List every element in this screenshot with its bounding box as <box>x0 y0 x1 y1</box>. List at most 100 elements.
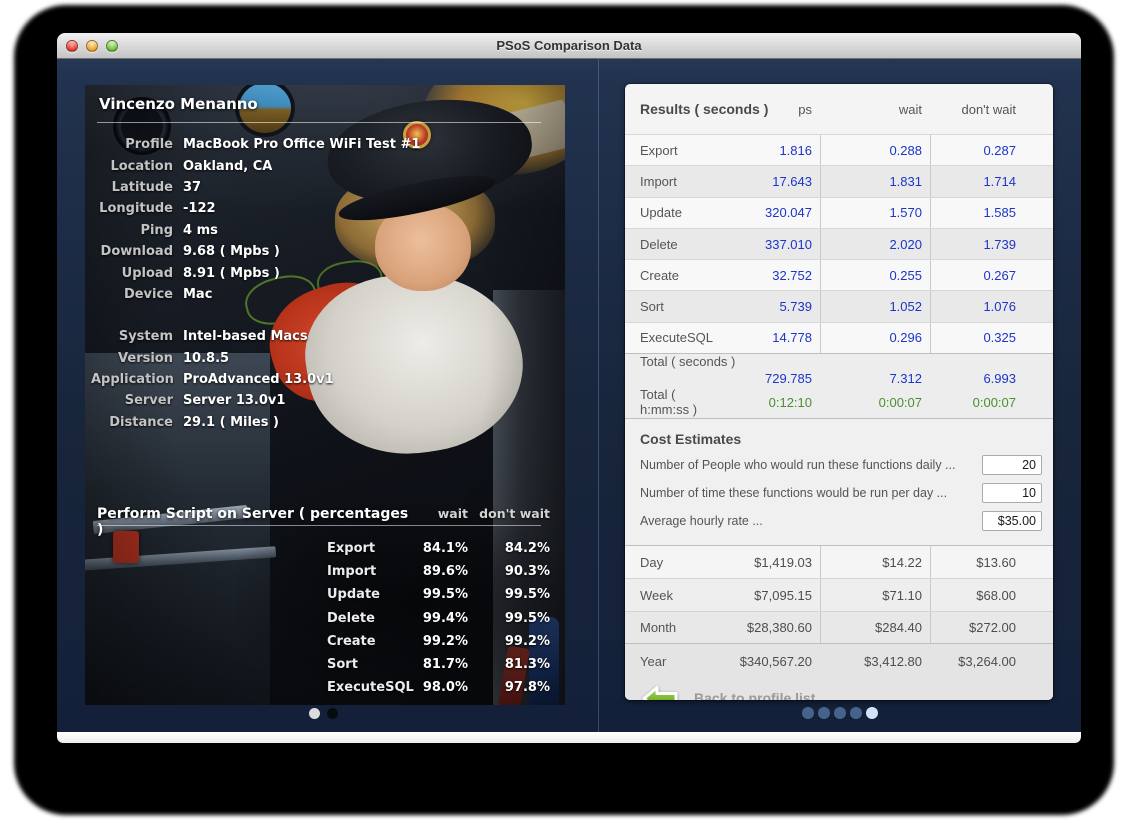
field-label: Location <box>91 159 173 174</box>
field-label: Ping <box>91 223 173 238</box>
profile-field-row: Location Oakland, CA <box>91 155 551 176</box>
totals-section: Total ( seconds ) 729.785 7.312 6.993 To… <box>625 353 1053 418</box>
field-label: Distance <box>91 415 173 430</box>
profile-field-row: Version 10.8.5 <box>91 348 551 369</box>
ps-total-time: 0:12:10 <box>715 386 820 418</box>
table-row: Delete 337.010 2.020 1.739 <box>625 228 1053 259</box>
dont-wait-value: 99.5% <box>468 587 550 602</box>
pss-col-wait: wait <box>415 506 468 521</box>
back-button-label: Back to profile list <box>694 690 815 700</box>
ps-total: 729.785 <box>715 370 820 386</box>
right-pagination-dots <box>802 707 878 719</box>
page-dot[interactable] <box>834 707 846 719</box>
wait-value: 1.570 <box>820 198 930 228</box>
app-window: PSoS Comparison Data <box>57 33 1081 743</box>
row-label: Week <box>625 579 715 610</box>
wait-value: 0.255 <box>820 260 930 290</box>
runs-per-day-input[interactable] <box>982 483 1042 503</box>
profile-field-row: Longitude -122 <box>91 198 551 219</box>
pss-col-dont-wait: don't wait <box>468 506 550 521</box>
dont-wait-value: 99.2% <box>468 634 550 649</box>
row-label: ExecuteSQL <box>327 680 415 695</box>
table-row: Create 32.752 0.255 0.267 <box>625 259 1053 290</box>
pss-table-title: Perform Script on Server ( percentages ) <box>97 506 415 538</box>
table-row: Create 99.2% 99.2% <box>327 630 550 653</box>
page-dot[interactable] <box>327 708 338 719</box>
ps-value: 5.739 <box>715 291 820 321</box>
pss-table-rows: Export 84.1% 84.2% Import 89.6% 90.3% Up… <box>327 537 550 699</box>
table-row: Day $1,419.03 $14.22 $13.60 <box>625 546 1053 578</box>
wait-value: 2.020 <box>820 229 930 259</box>
profile-field-row: Ping 4 ms <box>91 220 551 241</box>
dont-wait-value: 1.585 <box>930 198 1027 228</box>
dont-wait-value: 0.325 <box>930 323 1027 353</box>
window-bottom-bar <box>57 732 1081 743</box>
ps-value: 17.643 <box>715 166 820 196</box>
page-dot-active[interactable] <box>309 708 320 719</box>
row-label: Create <box>625 260 715 290</box>
col-wait: wait <box>820 102 930 117</box>
ps-value: 14.778 <box>715 323 820 353</box>
left-pagination-dots <box>309 708 338 719</box>
row-label: Export <box>625 135 715 165</box>
wait-value: 81.7% <box>415 657 468 672</box>
dont-wait-cost: $13.60 <box>930 546 1027 578</box>
wait-value: 1.831 <box>820 166 930 196</box>
dont-wait-value: 99.5% <box>468 611 550 626</box>
field-label: Application <box>91 372 173 387</box>
dont-wait-value: 0.267 <box>930 260 1027 290</box>
row-label: Total ( h:mm:ss ) <box>625 386 715 418</box>
ps-cost-year: $340,567.20 <box>715 644 820 679</box>
wait-value: 99.5% <box>415 587 468 602</box>
dont-wait-total: 6.993 <box>930 370 1027 386</box>
field-label: System <box>91 329 173 344</box>
page-dot-active[interactable] <box>866 707 878 719</box>
page-dot[interactable] <box>818 707 830 719</box>
back-arrow-icon <box>640 683 682 700</box>
table-row: Import 17.643 1.831 1.714 <box>625 165 1053 196</box>
dont-wait-value: 1.076 <box>930 291 1027 321</box>
field-value: 4 ms <box>183 223 551 238</box>
ps-value: 320.047 <box>715 198 820 228</box>
cost-table: Day $1,419.03 $14.22 $13.60 Week $7,095.… <box>625 545 1053 643</box>
row-label: Update <box>327 587 415 602</box>
table-row: Export 1.816 0.288 0.287 <box>625 134 1053 165</box>
table-row: ExecuteSQL 14.778 0.296 0.325 <box>625 322 1053 353</box>
field-value: 8.91 ( Mpbs ) <box>183 266 551 281</box>
wait-value: 89.6% <box>415 564 468 579</box>
profile-field-row: Download 9.68 ( Mpbs ) <box>91 241 551 262</box>
screenshot-stage: PSoS Comparison Data <box>0 0 1138 824</box>
title-bar[interactable]: PSoS Comparison Data <box>57 33 1081 59</box>
profile-overlay: Vincenzo Menanno Profile MacBook Pro Off… <box>85 85 565 705</box>
row-label: Delete <box>327 611 415 626</box>
table-row: Delete 99.4% 99.5% <box>327 607 550 630</box>
field-label: Latitude <box>91 180 173 195</box>
profile-field-row: Upload 8.91 ( Mpbs ) <box>91 262 551 283</box>
cost-estimates-section: Cost Estimates Number of People who woul… <box>625 418 1053 545</box>
back-to-profile-button[interactable]: Back to profile list <box>625 679 1053 700</box>
row-label: ExecuteSQL <box>625 323 715 353</box>
row-label: Sort <box>625 291 715 321</box>
hourly-rate-input[interactable] <box>982 511 1042 531</box>
field-value: Mac <box>183 287 551 302</box>
people-count-input[interactable] <box>982 455 1042 475</box>
input-label: Number of time these functions would be … <box>640 486 947 500</box>
divider-line <box>97 525 541 526</box>
row-label: Day <box>625 546 715 578</box>
profile-field-row: Application ProAdvanced 13.0v1 <box>91 369 551 390</box>
field-value: Intel-based Macs <box>183 329 551 344</box>
page-dot[interactable] <box>802 707 814 719</box>
cost-input-row: Number of People who would run these fun… <box>640 451 1042 479</box>
dont-wait-cost: $272.00 <box>930 612 1027 643</box>
row-label: Year <box>625 644 715 679</box>
results-title: Results ( seconds ) <box>640 101 768 117</box>
profile-photo-panel: Vincenzo Menanno Profile MacBook Pro Off… <box>85 85 565 705</box>
profile-field-row: Profile MacBook Pro Office WiFi Test #1 <box>91 134 551 155</box>
field-label: Profile <box>91 137 173 152</box>
profile-field-row: System Intel-based Macs <box>91 326 551 347</box>
wait-value: 0.296 <box>820 323 930 353</box>
dont-wait-value: 1.714 <box>930 166 1027 196</box>
profile-field-row: Latitude 37 <box>91 177 551 198</box>
page-dot[interactable] <box>850 707 862 719</box>
ps-value: 1.816 <box>715 135 820 165</box>
